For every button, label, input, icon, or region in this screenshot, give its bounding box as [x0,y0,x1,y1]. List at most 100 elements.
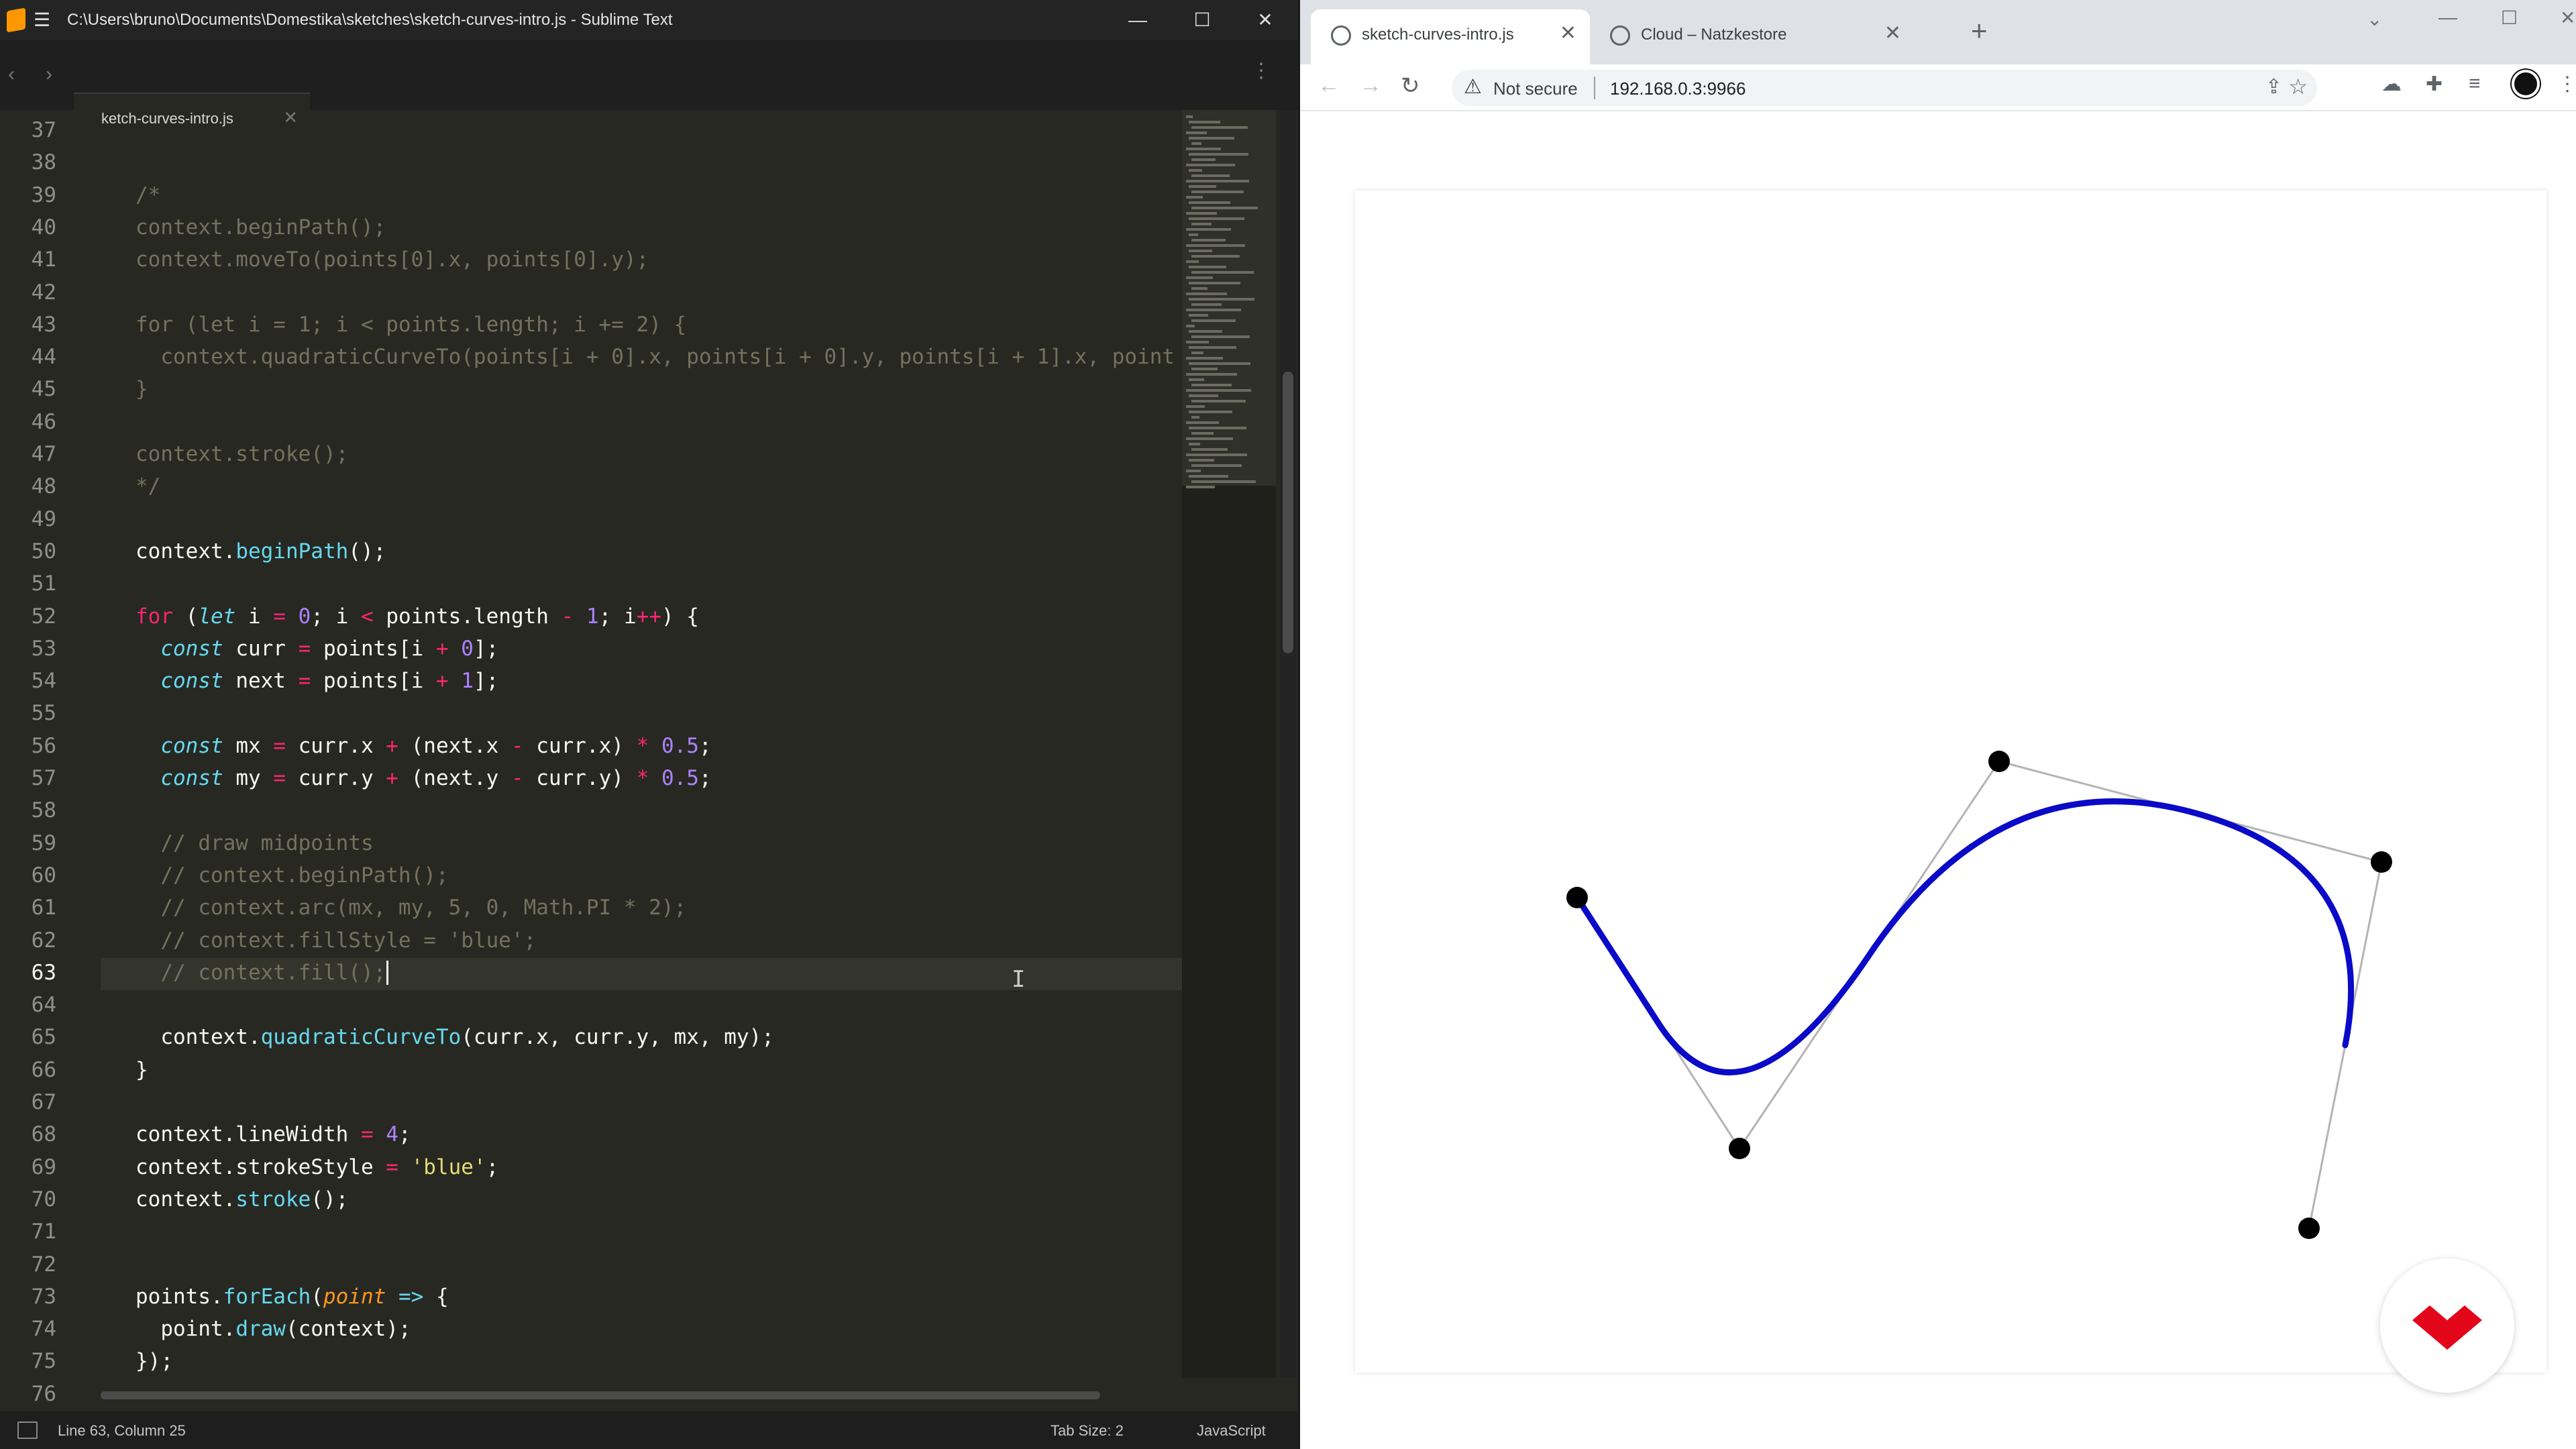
minimap-line [1191,480,1256,483]
line-number: 73 [31,1284,56,1309]
tab-close-icon[interactable]: ✕ [1884,21,1901,45]
panel-toggle-icon[interactable] [17,1421,38,1439]
forward-icon[interactable]: → [1359,72,1382,99]
line-number: 75 [31,1349,56,1374]
code-line[interactable]: // context.arc(mx, my, 5, 0, Math.PI * 2… [136,896,686,920]
line-number: 60 [31,863,56,888]
code-line[interactable]: // draw midpoints [136,831,373,855]
close-icon[interactable]: ✕ [2560,7,2575,29]
minimap-line [1186,212,1217,215]
tab-search-chevron-icon[interactable]: ⌄ [2367,8,2382,30]
minimap-line [1191,384,1232,386]
minimap-line [1191,335,1250,338]
code-line[interactable]: const my = curr.y + (next.y - curr.y) * … [136,766,711,790]
minimap-line [1189,217,1244,220]
status-tab-size[interactable]: Tab Size: 2 [1051,1422,1124,1440]
control-point[interactable] [1988,751,2010,772]
code-line[interactable]: /* [136,183,160,207]
code-line[interactable]: // context.fill(); [136,960,389,985]
code-line[interactable]: context.moveTo(points[0].x, points[0].y)… [136,248,649,272]
code-line[interactable]: context.stroke(); [136,442,348,466]
minimap-line [1189,330,1222,333]
code-line[interactable]: points.forEach(point => { [136,1285,449,1309]
control-point[interactable] [1729,1138,1750,1159]
control-point[interactable] [2371,851,2392,873]
cloud-extension-icon[interactable]: ☁ [2381,72,2402,96]
code-line[interactable]: // context.beginPath(); [136,863,448,888]
warning-icon[interactable]: ⚠ [1464,75,1482,99]
more-options-icon[interactable]: ⋮ [1251,59,1271,83]
control-point[interactable] [2298,1218,2320,1239]
minimap-line [1191,126,1248,129]
line-number: 43 [31,312,56,337]
browser-tab-cloud[interactable]: Cloud – Natzkestore ✕ [1590,9,1915,64]
vertical-scrollbar[interactable] [1280,110,1296,1378]
line-number: 63 [31,960,56,985]
minimap-line [1186,373,1237,376]
minimize-icon[interactable]: — [2438,7,2457,28]
sketch-canvas[interactable] [1355,191,2546,1373]
new-tab-icon[interactable]: + [1971,15,1988,47]
code-line[interactable]: context.beginPath(); [136,215,386,239]
not-secure-label[interactable]: Not secure [1493,78,1578,99]
minimap-line [1191,271,1254,274]
minimap-line [1189,282,1240,284]
maximize-icon[interactable]: ☐ [1182,5,1222,35]
status-syntax[interactable]: JavaScript [1197,1422,1266,1440]
code-line[interactable]: const mx = curr.x + (next.x - curr.x) * … [136,734,711,758]
minimap-line [1186,164,1235,166]
horizontal-scrollbar[interactable] [101,1389,1182,1402]
sublime-title-bar: ☰ C:\Users\bruno\Documents\Domestika\ske… [0,0,1298,40]
code-line[interactable]: for (let i = 0; i < points.length - 1; i… [136,604,699,629]
code-line[interactable]: context.strokeStyle = 'blue'; [136,1155,498,1179]
address-bar[interactable]: ⚠ Not secure 192.168.0.3:9966 ⇪ ☆ [1452,70,2317,106]
control-point[interactable] [1566,887,1588,908]
tab-forward-icon[interactable]: › [46,63,52,86]
minimap-line [1186,486,1215,488]
code-line[interactable]: for (let i = 1; i < points.length; i += … [136,313,686,337]
browser-tab-sketch[interactable]: sketch-curves-intro.js ✕ [1311,9,1590,64]
share-icon[interactable]: ⇪ [2265,75,2282,99]
minimap[interactable] [1182,110,1276,1378]
code-line[interactable]: point.draw(context); [136,1317,411,1341]
minimize-icon[interactable]: — [1118,5,1158,35]
minimap-line [1186,115,1193,118]
tab-back-icon[interactable]: ‹ [8,63,15,86]
reload-icon[interactable]: ↻ [1401,72,1420,99]
code-editor[interactable]: /* context.beginPath(); context.moveTo(poi… [101,110,1182,1378]
profile-avatar[interactable] [2512,70,2540,98]
horizontal-scrollbar-thumb[interactable] [101,1391,1100,1399]
url-text[interactable]: 192.168.0.3:9966 [1610,78,1746,99]
code-line[interactable]: context.quadraticCurveTo(curr.x, curr.y,… [136,1025,774,1049]
line-number: 39 [31,182,56,207]
minimap-line [1191,303,1222,306]
code-line[interactable]: context.lineWidth = 4; [136,1122,411,1146]
code-line[interactable]: } [136,1058,148,1082]
reading-list-icon[interactable]: ≡ [2469,72,2481,95]
close-icon[interactable]: ✕ [1245,5,1285,35]
domestika-logo-icon[interactable] [2380,1258,2514,1393]
menu-icon[interactable]: ☰ [34,11,50,30]
line-number: 45 [31,377,56,402]
code-line[interactable]: context.beginPath(); [136,539,386,564]
code-line[interactable]: const next = points[i + 1]; [136,669,498,693]
code-line[interactable]: // context.fillStyle = 'blue'; [136,928,536,953]
minimap-line [1191,448,1228,451]
line-number-gutter: 37 38 39 40 41 42 43 44 45 46 47 48 49 50 51 52 53 54 55 56… [0,110,101,1406]
line-number: 52 [31,604,56,629]
code-line[interactable]: } [136,377,148,401]
line-number: 54 [31,669,56,694]
minimap-line [1186,389,1251,392]
code-line[interactable]: context.quadraticCurveTo(points[i + 0].x… [136,345,1175,369]
maximize-icon[interactable]: ☐ [2501,7,2518,29]
back-icon[interactable]: ← [1318,72,1340,99]
code-line[interactable]: context.stroke(); [136,1187,348,1212]
code-line[interactable]: }); [136,1349,173,1373]
code-line[interactable]: */ [136,474,160,498]
extensions-puzzle-icon[interactable]: ✚ [2426,72,2443,96]
bookmark-star-icon[interactable]: ☆ [2288,74,2308,99]
chrome-menu-icon[interactable]: ⋮ [2557,72,2576,96]
code-line[interactable]: const curr = points[i + 0]; [136,637,498,661]
vertical-scrollbar-thumb[interactable] [1283,372,1293,653]
tab-close-icon[interactable]: ✕ [1560,21,1576,45]
